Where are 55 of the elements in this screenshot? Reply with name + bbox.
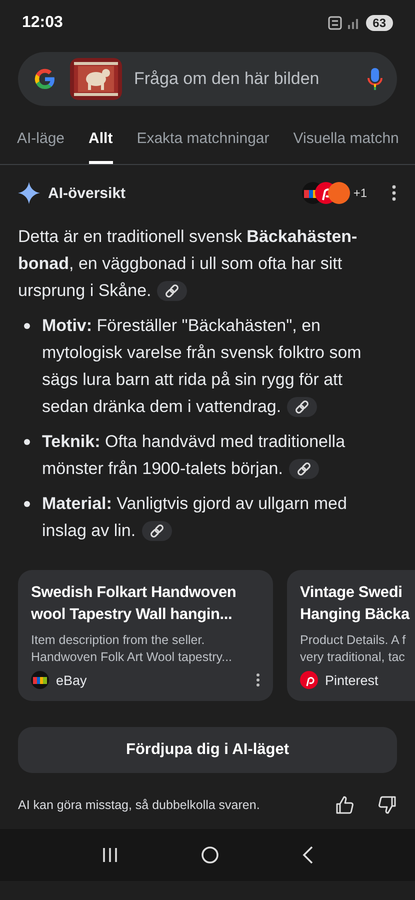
- card-title: Hanging Bäcka: [300, 605, 411, 625]
- deep-dive-button[interactable]: Fördjupa dig i AI-läget: [18, 727, 397, 773]
- signal-icon: [346, 17, 361, 29]
- bullet-text: inslag av lin.: [42, 520, 136, 542]
- link-icon[interactable]: [288, 458, 319, 478]
- tab[interactable]: Exakta matchningar: [136, 130, 270, 164]
- disclaimer: AI kan göra misstag, så dubbelkolla svaren.: [18, 798, 261, 812]
- bullet-icon: [24, 501, 30, 507]
- more-options-icon[interactable]: [256, 673, 260, 687]
- result-card[interactable]: Vintage Swedi Hanging Bäcka Product Details. A f very traditional, tac Pinterest: [287, 570, 415, 701]
- link-icon[interactable]: [157, 280, 188, 300]
- card-title: Swedish Folkart Handwoven: [31, 583, 238, 603]
- card-snippet: very traditional, tac: [300, 649, 406, 666]
- card-snippet: Item description from the seller.: [31, 632, 206, 649]
- source-icons[interactable]: [301, 181, 352, 205]
- link-icon[interactable]: [142, 520, 172, 540]
- clock: 12:03: [22, 14, 63, 32]
- bullet-text: Teknik: Ofta handvävd med traditionella: [42, 431, 346, 453]
- search-field[interactable]: Fråga om den här bilden: [134, 69, 355, 89]
- overview-text: bonad, en väggbonad i ull som ofta har sitt: [18, 253, 342, 275]
- more-options-icon[interactable]: [391, 185, 397, 201]
- site-name: eBay: [56, 672, 88, 688]
- bullet-text: Motiv: Föreställer "Bäckahästen", en: [42, 315, 321, 337]
- site-icon: [300, 671, 318, 689]
- tab[interactable]: Visuella matchn: [293, 130, 399, 164]
- card-title: wool Tapestry Wall hangin...: [31, 605, 234, 625]
- network-icon: [328, 16, 342, 30]
- overview-text: ursprung i Skåne.: [18, 280, 152, 302]
- bullet-icon: [24, 323, 30, 329]
- source-count: +1: [353, 186, 367, 200]
- result-card[interactable]: Swedish Folkart Handwoven wool Tapestry Wall hangin... Item description from the seller. Handwoven Folk Art Wool tapestry... eBay: [18, 570, 273, 701]
- bullet-text: mönster från 1900-talets början.: [42, 458, 283, 480]
- back-icon[interactable]: [302, 846, 314, 864]
- overview-text: Detta är en traditionell svensk Bäckahästen-: [18, 226, 358, 248]
- card-title: Vintage Swedi: [300, 583, 404, 603]
- bullet-icon: [24, 439, 30, 445]
- tab[interactable]: AI-läge: [17, 130, 65, 164]
- card-snippet: Product Details. A f: [300, 632, 407, 649]
- thumbs-down-icon[interactable]: [377, 795, 397, 815]
- recent-apps-icon[interactable]: [101, 847, 120, 863]
- site-name: Pinterest: [325, 672, 380, 688]
- home-icon[interactable]: [201, 846, 220, 864]
- bullet-text: sedan dränka dem i vattendrag.: [42, 396, 282, 418]
- thumbs-up-icon[interactable]: [335, 795, 355, 815]
- microphone-icon[interactable]: [367, 67, 383, 91]
- link-icon[interactable]: [287, 396, 318, 416]
- card-snippet: Handwoven Folk Art Wool tapestry...: [31, 649, 234, 666]
- section-title: AI-översikt: [48, 184, 127, 202]
- battery-indicator: 63: [366, 15, 393, 31]
- tab[interactable]: Allt: [88, 130, 113, 164]
- bullet-text: Material: Vanligtvis gjord av ullgarn med: [42, 493, 347, 515]
- bullet-text: mytologisk varelse från svensk folktro som: [42, 342, 362, 364]
- bullet-text: sägs lura barn att rida på sin rygg för att: [42, 369, 342, 391]
- sparkle-icon: [18, 182, 40, 204]
- site-icon: [31, 671, 49, 689]
